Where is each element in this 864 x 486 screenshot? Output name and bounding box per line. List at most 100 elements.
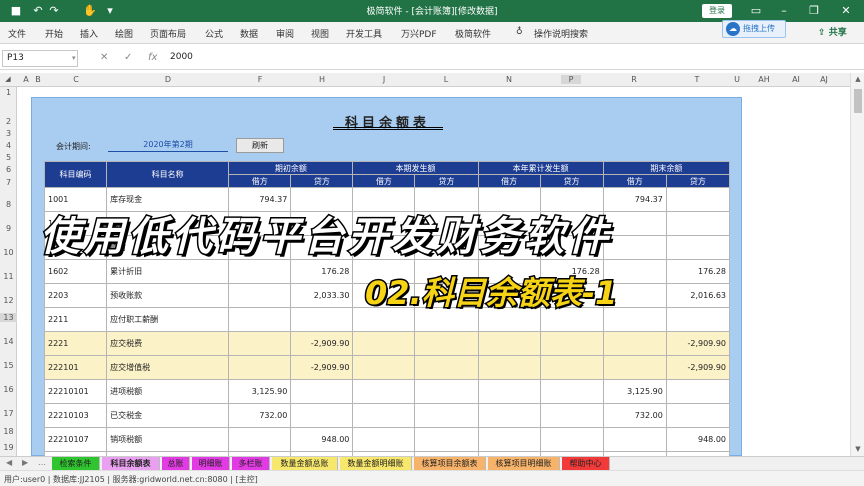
cell-name[interactable]: 应交税费 bbox=[106, 331, 230, 356]
col-header[interactable]: H bbox=[312, 75, 332, 84]
cell-amount[interactable]: 2,033.30 bbox=[290, 283, 354, 308]
tab-draw[interactable]: 绘图 bbox=[115, 27, 133, 40]
cell-amount[interactable]: -2,909.90 bbox=[665, 331, 731, 356]
cell-amount[interactable] bbox=[539, 379, 604, 404]
cell-amount[interactable] bbox=[477, 331, 541, 356]
row-header[interactable]: 4 bbox=[0, 141, 17, 150]
cell-amount[interactable] bbox=[602, 355, 667, 380]
row-header[interactable]: 6 bbox=[0, 165, 17, 174]
more-sheets-icon[interactable]: … bbox=[38, 458, 46, 467]
cell-amount[interactable] bbox=[477, 355, 541, 380]
sheet-tab[interactable]: 帮助中心 bbox=[562, 457, 610, 471]
sheet-tab[interactable]: 数量金额明细账 bbox=[340, 457, 412, 471]
cell-amount[interactable] bbox=[602, 427, 667, 452]
col-header[interactable]: AJ bbox=[814, 75, 834, 84]
row-header[interactable]: 2 bbox=[0, 117, 17, 126]
cell-amount[interactable] bbox=[414, 355, 479, 380]
row-header[interactable]: 12 bbox=[0, 296, 17, 305]
col-header[interactable]: R bbox=[624, 75, 644, 84]
cell-amount[interactable]: 948.00 bbox=[290, 427, 354, 452]
cell-amount[interactable] bbox=[228, 283, 292, 308]
name-box-dropdown-icon[interactable]: ▾ bbox=[72, 54, 76, 62]
scroll-up-icon[interactable]: ▲ bbox=[851, 75, 864, 83]
sheet-tab[interactable]: 核算项目明细账 bbox=[488, 457, 560, 471]
cell-amount[interactable] bbox=[352, 331, 416, 356]
tab-insert[interactable]: 插入 bbox=[80, 27, 98, 40]
tab-review[interactable]: 审阅 bbox=[276, 27, 294, 40]
tab-file[interactable]: 文件 bbox=[8, 27, 26, 40]
tab-page-layout[interactable]: 页面布局 bbox=[150, 27, 186, 40]
name-box[interactable]: P13 bbox=[2, 50, 78, 67]
cell-amount[interactable] bbox=[665, 379, 731, 404]
row-header[interactable]: 7 bbox=[0, 178, 17, 187]
cell-amount[interactable]: 732.00 bbox=[602, 403, 667, 428]
col-header[interactable]: N bbox=[499, 75, 519, 84]
formula-input[interactable]: 2000 bbox=[170, 52, 193, 62]
period-select[interactable]: 2020年第2期 bbox=[108, 139, 228, 152]
tab-data[interactable]: 数据 bbox=[240, 27, 258, 40]
sheet-tab[interactable]: 多栏账 bbox=[232, 457, 270, 471]
select-all-icon[interactable]: ◢ bbox=[4, 75, 12, 83]
row-header[interactable]: 18 bbox=[0, 427, 17, 436]
minimize-icon[interactable]: – bbox=[772, 2, 796, 20]
login-button[interactable]: 登录 bbox=[702, 4, 732, 18]
cell-amount[interactable] bbox=[352, 379, 416, 404]
cell-amount[interactable]: -2,909.90 bbox=[290, 331, 354, 356]
cell-amount[interactable] bbox=[228, 331, 292, 356]
cell-name[interactable]: 应付职工薪酬 bbox=[106, 307, 230, 332]
cell-code[interactable]: 22210101 bbox=[43, 379, 108, 404]
cell-amount[interactable]: 732.00 bbox=[228, 403, 292, 428]
refresh-button[interactable]: 刷新 bbox=[236, 138, 284, 153]
row-header[interactable]: 17 bbox=[0, 409, 17, 418]
tab-developer[interactable]: 开发工具 bbox=[346, 27, 382, 40]
next-sheet-icon[interactable]: ▶ bbox=[22, 458, 28, 467]
row-header-selected[interactable]: 13 bbox=[0, 313, 17, 322]
row-header[interactable]: 8 bbox=[0, 200, 17, 209]
cell-amount[interactable] bbox=[290, 379, 354, 404]
cell-code[interactable]: 222101 bbox=[43, 355, 108, 380]
col-header-selected[interactable]: P bbox=[561, 75, 581, 84]
cell-amount[interactable] bbox=[665, 403, 731, 428]
row-header[interactable]: 14 bbox=[0, 337, 17, 346]
row-header[interactable]: 9 bbox=[0, 224, 17, 233]
tab-formulas[interactable]: 公式 bbox=[205, 27, 223, 40]
col-header[interactable]: J bbox=[374, 75, 394, 84]
col-header[interactable]: AH bbox=[754, 75, 774, 84]
cell-code[interactable]: 2211 bbox=[43, 307, 108, 332]
drag-upload-widget[interactable]: ☁ 拖拽上传 bbox=[722, 20, 786, 38]
cell-amount[interactable] bbox=[352, 403, 416, 428]
cell-code[interactable]: 22210107 bbox=[43, 427, 108, 452]
sheet-tab[interactable]: 数量金额总账 bbox=[272, 457, 338, 471]
cell-amount[interactable]: 3,125.90 bbox=[602, 379, 667, 404]
cell-amount[interactable] bbox=[539, 331, 604, 356]
col-header[interactable]: L bbox=[436, 75, 456, 84]
sheet-tab[interactable]: 核算项目余额表 bbox=[414, 457, 486, 471]
cell-amount[interactable] bbox=[477, 427, 541, 452]
cell-name[interactable]: 已交税金 bbox=[106, 403, 230, 428]
cell-amount[interactable] bbox=[477, 403, 541, 428]
row-header[interactable]: 19 bbox=[0, 443, 17, 452]
cell-amount[interactable] bbox=[290, 403, 354, 428]
cell-amount[interactable] bbox=[539, 427, 604, 452]
cell-amount[interactable] bbox=[352, 427, 416, 452]
row-header[interactable]: 11 bbox=[0, 272, 17, 281]
row-header[interactable]: 15 bbox=[0, 361, 17, 370]
cell-name[interactable]: 预收账款 bbox=[106, 283, 230, 308]
cell-name[interactable]: 累计折旧 bbox=[106, 259, 230, 284]
col-header[interactable]: U bbox=[730, 75, 744, 84]
cell-name[interactable]: 进项税额 bbox=[106, 379, 230, 404]
sheet-tab[interactable]: 检索条件 bbox=[52, 457, 100, 471]
cell-name[interactable]: 销项税额 bbox=[106, 427, 230, 452]
enter-icon[interactable]: ✓ bbox=[124, 52, 132, 63]
col-header[interactable]: B bbox=[32, 75, 44, 84]
insert-function-icon[interactable]: fx bbox=[148, 52, 157, 63]
row-header[interactable]: 10 bbox=[0, 248, 17, 257]
share-button[interactable]: ⇪ 共享 bbox=[818, 25, 858, 41]
col-header[interactable]: D bbox=[158, 75, 178, 84]
scroll-thumb[interactable] bbox=[854, 89, 862, 113]
maximize-icon[interactable]: ❐ bbox=[802, 2, 826, 20]
cell-amount[interactable] bbox=[539, 403, 604, 428]
cell-amount[interactable] bbox=[477, 379, 541, 404]
cell-amount[interactable] bbox=[539, 355, 604, 380]
tab-pdf[interactable]: 万兴PDF bbox=[401, 27, 437, 40]
